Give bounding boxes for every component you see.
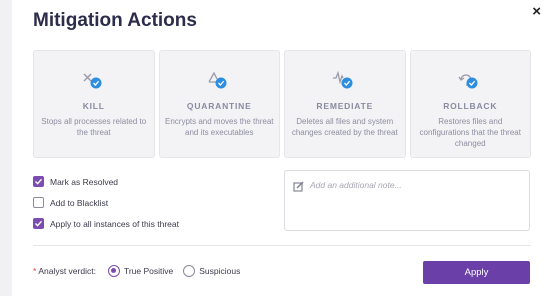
- suspicious-radio[interactable]: [183, 265, 196, 277]
- action-card-remediate[interactable]: REMEDIATE Deletes all files and system c…: [284, 50, 406, 158]
- true-positive-radio[interactable]: [107, 265, 120, 277]
- divider: [33, 245, 531, 246]
- close-icon[interactable]: ×: [532, 4, 541, 20]
- required-mark: *: [33, 266, 37, 276]
- radio-label[interactable]: Suspicious: [199, 266, 240, 276]
- options-list: Mark as Resolved Add to Blacklist Apply …: [33, 174, 179, 237]
- edit-icon: [293, 179, 304, 197]
- radio-label[interactable]: True Positive: [124, 266, 173, 276]
- mitigation-dialog: × Mitigation Actions KILL Stops all proc…: [12, 0, 549, 296]
- verdict-label: Analyst verdict:: [38, 266, 96, 276]
- note-input[interactable]: Add an additional note...: [284, 170, 530, 231]
- action-label: REMEDIATE: [316, 101, 374, 111]
- checkbox-label: Apply to all instances of this threat: [50, 218, 179, 229]
- action-card-kill[interactable]: KILL Stops all processes related to the …: [33, 50, 155, 158]
- add-blacklist-checkbox[interactable]: Add to Blacklist: [33, 195, 179, 210]
- kill-icon: [81, 70, 107, 92]
- apply-all-instances-checkbox[interactable]: Apply to all instances of this threat: [33, 216, 179, 231]
- action-description: Stops all processes related to the threa…: [41, 117, 147, 137]
- action-card-rollback[interactable]: ROLLBACK Restores files and configuratio…: [409, 50, 531, 158]
- checkbox-checked[interactable]: [33, 218, 44, 229]
- checkbox-label: Add to Blacklist: [50, 197, 109, 208]
- checkbox-checked[interactable]: [33, 176, 44, 187]
- action-label: ROLLBACK: [443, 101, 498, 111]
- action-label: QUARANTINE: [186, 101, 252, 111]
- checkbox-label: Mark as Resolved: [50, 176, 119, 187]
- action-description: Encrypts and moves the threat and its ex…: [165, 117, 274, 137]
- action-description: Restores files and configurations that t…: [419, 117, 521, 148]
- quarantine-icon: [206, 70, 232, 92]
- action-description: Deletes all files and system changes cre…: [291, 117, 398, 137]
- analyst-verdict: * Analyst verdict: True Positive Suspici…: [33, 265, 240, 277]
- action-cards: KILL Stops all processes related to the …: [33, 50, 531, 158]
- checkbox-unchecked[interactable]: [33, 197, 44, 208]
- remediate-icon: [332, 70, 358, 92]
- action-card-quarantine[interactable]: QUARANTINE Encrypts and moves the threat…: [158, 50, 280, 158]
- rollback-icon: [457, 70, 483, 92]
- action-label: KILL: [82, 101, 105, 111]
- dialog-title: Mitigation Actions: [33, 10, 197, 31]
- apply-button[interactable]: Apply: [423, 261, 530, 284]
- note-placeholder: Add an additional note...: [310, 180, 402, 190]
- mark-resolved-checkbox[interactable]: Mark as Resolved: [33, 174, 179, 189]
